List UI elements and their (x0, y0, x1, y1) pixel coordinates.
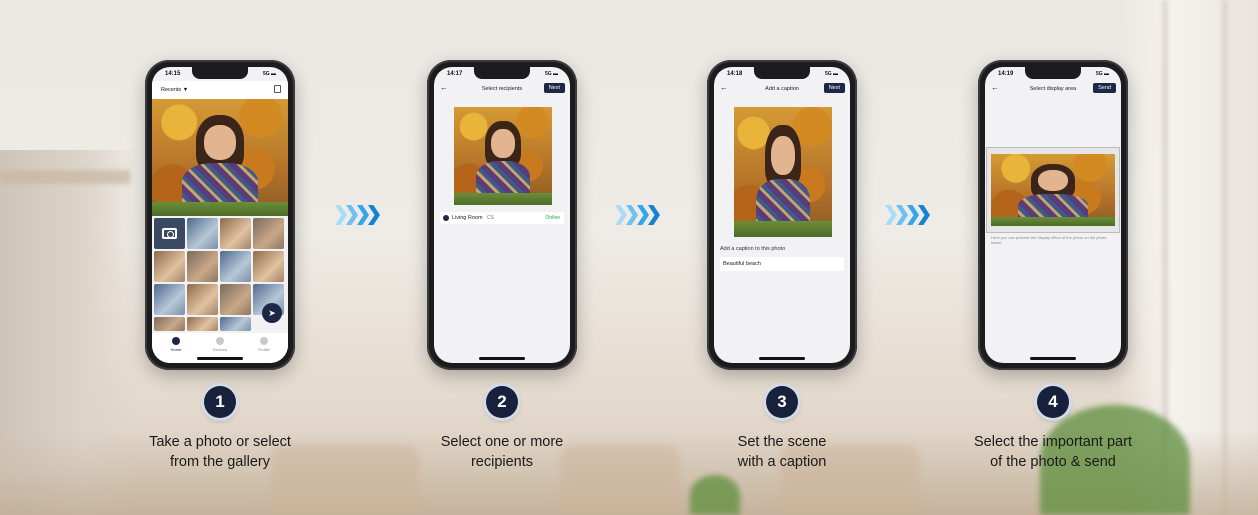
selected-photo (734, 107, 832, 237)
home-icon (172, 337, 180, 345)
crop-area[interactable] (986, 147, 1120, 233)
app-bar: ← Add a caption Next (714, 81, 850, 97)
gallery-thumbnail[interactable] (220, 218, 251, 249)
step-caption: Select the important part of the photo &… (928, 432, 1178, 472)
signal-icon: 5G ▬ (544, 71, 558, 77)
step-caption: Select one or more recipients (377, 432, 627, 472)
gallery-thumbnail[interactable] (220, 251, 251, 282)
selected-photo (991, 154, 1115, 226)
signal-icon: 5G ▬ (824, 71, 838, 77)
phone-notch (754, 67, 810, 79)
phone-screen: 14:18 5G ▬ ← Add a caption Next Add a ca… (714, 67, 850, 363)
caption-line: with a caption (737, 454, 827, 470)
selected-photo (152, 99, 288, 216)
recipient-row[interactable]: Living Room CS Online (440, 212, 564, 224)
caption-line: Select the important part (974, 434, 1132, 450)
phone-screen: 14:19 5G ▬ ← Select display area Send He… (985, 67, 1121, 363)
gallery-thumbnail[interactable] (154, 251, 185, 282)
send-button[interactable]: ➤ (262, 303, 282, 323)
tab-label: Home (170, 347, 182, 352)
gallery-thumbnail[interactable] (220, 317, 251, 331)
app-bar: ← Select display area Send (985, 81, 1121, 97)
gallery-thumbnail[interactable] (253, 251, 284, 282)
home-indicator (759, 357, 805, 360)
phone-display-area: 14:19 5G ▬ ← Select display area Send He… (978, 60, 1128, 370)
background-plant (690, 475, 740, 515)
step-number-badge: 3 (766, 386, 798, 418)
status-time: 14:15 (165, 71, 181, 77)
preview-hint: Here you can preview the display effect … (991, 235, 1107, 245)
phone-screen: 14:15 5G ▬ Recents ▼ ➤ Home Devices Prof… (152, 67, 288, 363)
recipient-code: CS (487, 215, 494, 221)
selected-photo (454, 107, 552, 205)
camera-button[interactable] (154, 218, 185, 249)
send-button[interactable]: Send (1093, 83, 1116, 93)
gallery-thumbnail[interactable] (187, 251, 218, 282)
gallery-thumbnail[interactable] (187, 218, 218, 249)
gallery-thumbnail[interactable] (253, 218, 284, 249)
profile-icon (260, 337, 268, 345)
step-number-badge: 4 (1037, 386, 1069, 418)
tab-label: Profile (258, 347, 270, 352)
chevron-arrows-icon (615, 205, 660, 229)
phone-notch (1025, 67, 1081, 79)
step-caption: Set the scene with a caption (657, 432, 907, 472)
tab-label: Devices (212, 347, 228, 352)
tab-home[interactable]: Home (156, 337, 196, 352)
status-time: 14:18 (727, 71, 743, 77)
send-icon: ➤ (268, 308, 276, 318)
signal-icon: 5G ▬ (262, 71, 276, 77)
chevron-arrows-icon (335, 205, 380, 229)
radio-icon[interactable] (443, 215, 449, 221)
step-number-badge: 1 (204, 386, 236, 418)
gallery-thumbnail[interactable] (154, 284, 185, 315)
phone-caption: 14:18 5G ▬ ← Add a caption Next Add a ca… (707, 60, 857, 370)
step-caption: Take a photo or select from the gallery (95, 432, 345, 472)
gallery-thumbnail[interactable] (154, 317, 185, 331)
status-time: 14:17 (447, 71, 463, 77)
home-indicator (197, 357, 243, 360)
caption-line: of the photo & send (990, 454, 1116, 470)
caption-input[interactable]: Beautiful beach (720, 257, 844, 271)
home-indicator (1030, 357, 1076, 360)
gallery-thumbnail[interactable] (220, 284, 251, 315)
phone-gallery: 14:15 5G ▬ Recents ▼ ➤ Home Devices Prof… (145, 60, 295, 370)
home-indicator (479, 357, 525, 360)
tab-profile[interactable]: Profile (244, 337, 284, 352)
caption-label: Add a caption to this photo (720, 246, 786, 252)
album-dropdown[interactable]: Recents ▼ (161, 87, 188, 93)
signal-icon: 5G ▬ (1095, 71, 1109, 77)
next-button[interactable]: Next (823, 83, 845, 93)
step-number-badge: 2 (486, 386, 518, 418)
app-bar: ← Select recipients Next (434, 81, 570, 97)
gallery-thumbnail[interactable] (187, 317, 218, 331)
phone-recipients: 14:17 5G ▬ ← Select recipients Next Livi… (427, 60, 577, 370)
tab-devices[interactable]: Devices (200, 337, 240, 352)
chevron-arrows-icon (885, 205, 930, 229)
camera-icon (162, 228, 177, 239)
recipient-name: Living Room (452, 215, 483, 221)
next-button[interactable]: Next (543, 83, 565, 93)
devices-icon (216, 337, 224, 345)
phone-screen: 14:17 5G ▬ ← Select recipients Next Livi… (434, 67, 570, 363)
gallery-header: Recents ▼ (152, 81, 288, 99)
caption-line: recipients (470, 454, 534, 470)
status-time: 14:19 (998, 71, 1014, 77)
phone-notch (192, 67, 248, 79)
recipient-status: Online (545, 215, 560, 221)
gallery-thumbnail[interactable] (187, 284, 218, 315)
caption-line: from the gallery (170, 454, 270, 470)
phone-notch (474, 67, 530, 79)
album-icon[interactable] (274, 85, 281, 93)
caption-line: Select one or more (440, 434, 564, 450)
caption-line: Take a photo or select (149, 434, 291, 450)
background-shelf (0, 170, 130, 184)
caption-line: Set the scene (737, 434, 827, 450)
